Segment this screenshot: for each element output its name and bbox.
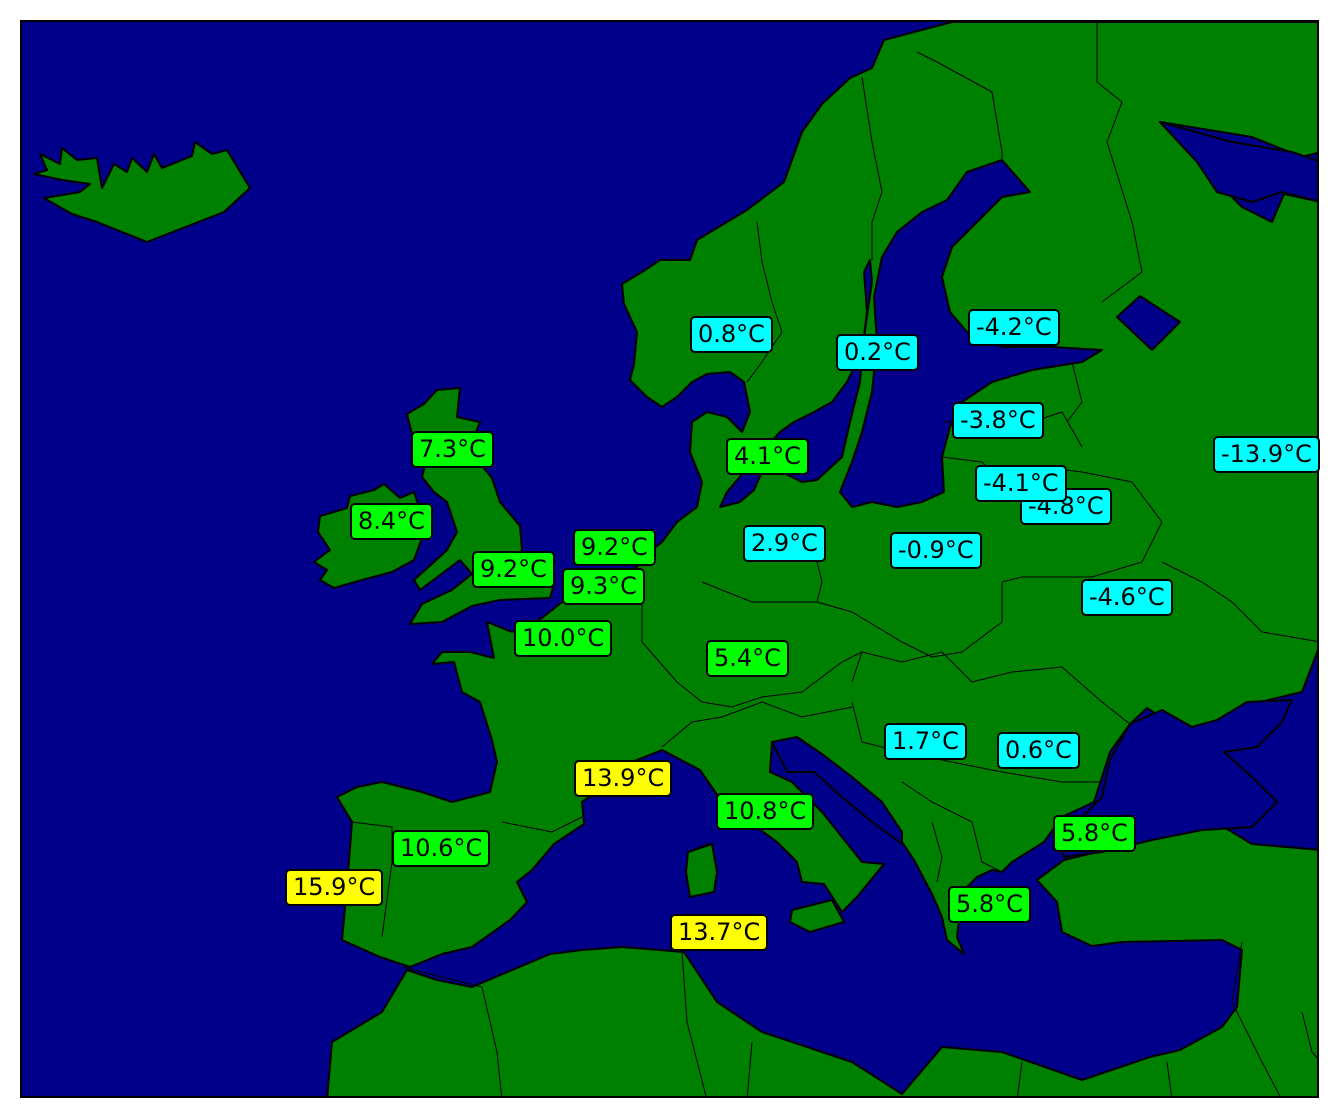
temp-label-oslo: 0.8°C (690, 316, 773, 353)
temp-label-copenhagen: 4.1°C (726, 438, 809, 475)
temp-label-rome: 10.8°C (716, 793, 815, 830)
temp-label-edinburgh: 7.3°C (411, 431, 494, 468)
temp-label-vilnius: -4.1°C (975, 465, 1067, 502)
temp-label-stockholm: 0.2°C (836, 334, 919, 371)
temp-label-moscow: -13.9°C (1213, 436, 1320, 473)
temp-label-london: 9.2°C (472, 551, 555, 588)
temp-label-athens: 5.8°C (948, 886, 1031, 923)
temp-label-dublin: 8.4°C (350, 503, 433, 540)
temp-label-belgrade: 1.7°C (884, 723, 967, 760)
temp-label-madrid: 10.6°C (392, 830, 491, 867)
temp-label-paris: 10.0°C (514, 620, 613, 657)
temp-label-brussels: 9.3°C (562, 568, 645, 605)
temp-label-warsaw: -0.9°C (890, 532, 982, 569)
temp-label-marseille: 13.9°C (574, 760, 673, 797)
temp-label-berlin: 2.9°C (743, 525, 826, 562)
temp-label-helsinki: -4.2°C (968, 309, 1060, 346)
temp-label-riga: -3.8°C (952, 402, 1044, 439)
temp-label-bucharest: 0.6°C (997, 732, 1080, 769)
temp-label-munich: 5.4°C (706, 640, 789, 677)
temp-label-kyiv: -4.6°C (1081, 579, 1173, 616)
temp-label-amsterdam: 9.2°C (573, 529, 656, 566)
temp-label-lisbon: 15.9°C (285, 869, 384, 906)
temp-label-tunis: 13.7°C (670, 914, 769, 951)
temp-label-istanbul: 5.8°C (1053, 815, 1136, 852)
sardinia-shape (685, 843, 718, 898)
